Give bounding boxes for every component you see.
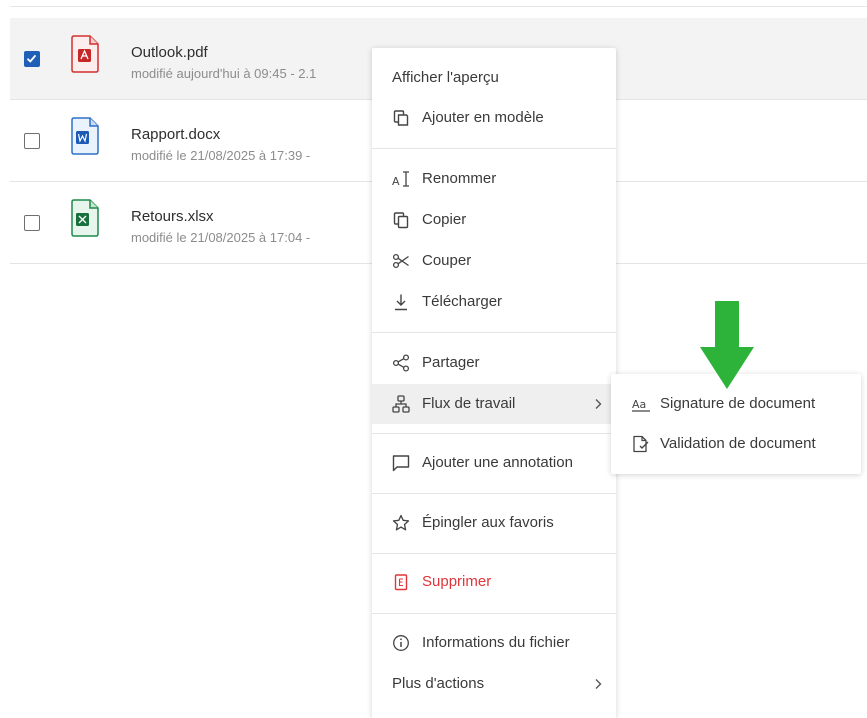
star-icon — [392, 514, 410, 531]
comment-icon — [392, 455, 410, 472]
chevron-right-icon — [595, 679, 602, 689]
submenu-item-label: Signature de document — [660, 395, 816, 412]
menu-item-label: Flux de travail — [422, 395, 516, 412]
chevron-right-icon — [595, 399, 602, 409]
menu-item-label: Couper — [422, 252, 472, 269]
menu-divider — [372, 433, 616, 434]
menu-item-add-annotation[interactable]: Ajouter une annotation — [372, 443, 616, 483]
workflow-icon — [392, 395, 410, 413]
submenu-item-validation[interactable]: Validation de document — [611, 424, 861, 464]
menu-item-more-actions[interactable]: Plus d'actions — [372, 664, 616, 704]
menu-item-cut[interactable]: Couper — [372, 241, 616, 281]
rename-icon: A — [392, 171, 409, 188]
menu-item-label: Télécharger — [422, 293, 503, 310]
menu-item-rename[interactable]: A Renommer — [372, 159, 616, 199]
word-file-icon — [71, 117, 99, 155]
file-meta: modifié le 21/08/2025 à 17:39 - — [131, 148, 311, 163]
menu-item-download[interactable]: Télécharger — [372, 282, 616, 322]
svg-text:Aa: Aa — [632, 398, 646, 411]
menu-item-label: Plus d'actions — [392, 675, 485, 692]
menu-item-label: Épingler aux favoris — [422, 514, 554, 531]
menu-item-workflow[interactable]: Flux de travail — [372, 384, 616, 424]
menu-item-pin-favorites[interactable]: Épingler aux favoris — [372, 503, 616, 543]
file-checkbox[interactable] — [24, 133, 40, 149]
file-name[interactable]: Rapport.docx — [131, 126, 220, 143]
menu-item-file-info[interactable]: Informations du fichier — [372, 623, 616, 663]
menu-item-label: Afficher l'aperçu — [392, 69, 499, 86]
menu-item-label: Copier — [422, 211, 467, 228]
svg-text:A: A — [392, 175, 400, 188]
menu-item-delete[interactable]: Supprimer — [372, 562, 616, 602]
menu-item-label: Ajouter en modèle — [422, 109, 544, 126]
menu-item-label: Partager — [422, 354, 480, 371]
share-icon — [392, 354, 410, 372]
menu-item-label: Informations du fichier — [422, 634, 570, 651]
trash-icon — [394, 574, 408, 591]
menu-divider — [372, 613, 616, 614]
info-icon — [393, 635, 409, 651]
submenu-item-label: Validation de document — [660, 435, 816, 452]
file-checkbox[interactable] — [24, 51, 40, 67]
copy-template-icon — [393, 110, 409, 126]
menu-divider — [372, 148, 616, 149]
file-name[interactable]: Retours.xlsx — [131, 208, 214, 225]
excel-file-icon — [71, 199, 99, 237]
file-name[interactable]: Outlook.pdf — [131, 44, 208, 61]
download-icon — [395, 294, 407, 311]
file-meta: modifié aujourd'hui à 09:45 - 2.1 — [131, 66, 317, 81]
scissors-icon — [392, 253, 409, 269]
copy-icon — [393, 212, 409, 229]
signature-icon: Aa — [632, 398, 650, 412]
pdf-file-icon — [71, 35, 99, 73]
menu-item-label: Renommer — [422, 170, 497, 187]
menu-item-label: Supprimer — [422, 573, 492, 590]
menu-item-copy[interactable]: Copier — [372, 200, 616, 240]
menu-item-preview[interactable]: Afficher l'aperçu — [372, 58, 616, 98]
menu-item-label: Ajouter une annotation — [422, 454, 573, 471]
document-check-icon — [633, 435, 649, 453]
menu-item-share[interactable]: Partager — [372, 343, 616, 383]
menu-divider — [372, 332, 616, 333]
green-arrow-down-icon — [700, 301, 754, 389]
menu-item-add-template[interactable]: Ajouter en modèle — [372, 98, 616, 138]
context-menu: Afficher l'aperçu Ajouter en modèle A Re… — [372, 48, 616, 718]
menu-divider — [372, 493, 616, 494]
file-checkbox[interactable] — [24, 215, 40, 231]
file-meta: modifié le 21/08/2025 à 17:04 - — [131, 230, 311, 245]
menu-divider — [372, 553, 616, 554]
list-top-divider — [10, 6, 867, 7]
